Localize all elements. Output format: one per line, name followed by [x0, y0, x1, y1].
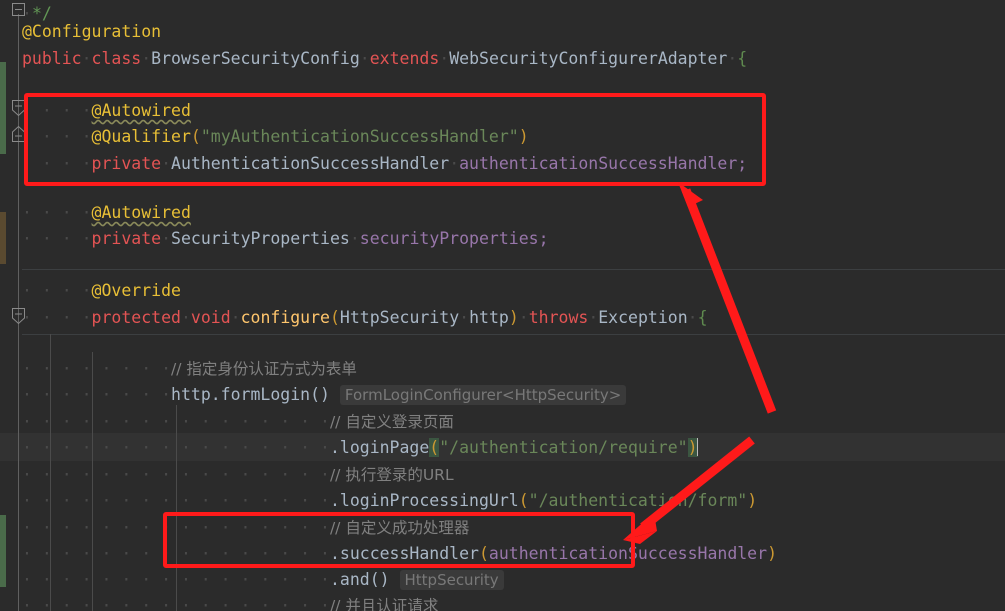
token-method-configure: configure — [240, 308, 330, 327]
token-comment-form-login: // 指定身份认证方式为表单 — [171, 360, 357, 378]
code-line-15[interactable]: · · · · · · · ·// 指定身份认证方式为表单 — [0, 355, 357, 383]
token-annotation-qualifier: @Qualifier — [91, 127, 191, 146]
code-content[interactable]: ·*/ @Configuration public·class·BrowserS… — [0, 0, 1005, 611]
inlay-hint-http-security[interactable]: HttpSecurity — [399, 570, 504, 590]
token-kw-public: public — [22, 49, 82, 68]
code-line-7[interactable]: · · · ·private·AuthenticationSuccessHand… — [0, 150, 747, 178]
code-line-20[interactable]: · · · · · · · · · · · · · · · ·.loginPro… — [0, 487, 757, 515]
code-line-3[interactable]: public·class·BrowserSecurityConfig·exten… — [0, 45, 747, 73]
token-annotation-autowired: @Autowired — [91, 101, 191, 120]
token-kw-extends: extends — [369, 49, 440, 68]
code-line-12[interactable]: · · · ·@Override — [0, 277, 181, 305]
token-call-and[interactable]: .and() — [330, 570, 390, 589]
token-call-http-form-login[interactable]: http.formLogin() — [171, 385, 330, 404]
token-type-success-handler: AuthenticationSuccessHandler — [171, 154, 450, 173]
code-line-19[interactable]: · · · · · · · · · · · · · · · ·// 执行登录的U… — [0, 461, 454, 489]
token-kw-protected: protected — [91, 308, 181, 327]
code-line-13[interactable]: · · · ·protected·void·configure(HttpSecu… — [0, 304, 708, 332]
token-superclass: WebSecurityConfigurerAdapter — [449, 49, 728, 68]
code-line-16[interactable]: · · · · · · · ·http.formLogin() FormLogi… — [0, 381, 627, 409]
token-exception-type: Exception — [598, 308, 688, 327]
token-call-success-handler[interactable]: .successHandler — [330, 544, 479, 563]
code-line-2[interactable]: @Configuration — [0, 18, 161, 46]
token-url-authentication-require: "/authentication/require" — [439, 438, 688, 457]
code-line-10[interactable]: · · · ·private·SecurityProperties·securi… — [0, 225, 549, 253]
code-line-23[interactable]: · · · · · · · · · · · · · · · ·.and() Ht… — [0, 566, 504, 594]
token-param-type-http-security: HttpSecurity — [339, 308, 460, 327]
inlay-hint-form-login-configurer[interactable]: FormLoginConfigurer<HttpSecurity> — [339, 385, 627, 405]
code-line-6[interactable]: · · · ·@Qualifier("myAuthenticationSucce… — [0, 123, 529, 151]
token-comment-authenticate-request: // 并且认证请求 — [329, 597, 439, 611]
code-line-5[interactable]: · · · ·@Autowired — [0, 97, 191, 125]
code-line-24[interactable]: · · · · · · · · · · · · · · · ·// 并且认证请求 — [0, 592, 438, 611]
token-kw-private-2: private — [91, 229, 162, 248]
token-brace-open: { — [737, 49, 748, 68]
code-line-21[interactable]: · · · · · · · · · · · · · · · ·// 自定义成功处… — [0, 514, 469, 542]
token-field-security-properties: securityProperties — [359, 229, 539, 248]
token-type-security-properties: SecurityProperties — [171, 229, 350, 248]
token-field-success-handler: authenticationSuccessHandler — [459, 154, 738, 173]
token-annotation-configuration: @Configuration — [22, 22, 162, 41]
token-comment-login-url: // 执行登录的URL — [329, 466, 454, 484]
code-line-17[interactable]: · · · · · · · · · · · · · · · ·// 自定义登录页… — [0, 408, 454, 436]
token-comment-custom-login-page: // 自定义登录页面 — [329, 413, 454, 431]
token-call-login-page[interactable]: .loginPage — [330, 438, 429, 457]
code-line-18[interactable]: · · · · · · · · · · · · · · · ·.loginPag… — [0, 434, 698, 462]
token-url-authentication-form: "/authentication/form" — [528, 491, 748, 510]
token-annotation-autowired-2: @Autowired — [91, 203, 191, 222]
token-kw-throws: throws — [528, 308, 589, 327]
token-class-name: BrowserSecurityConfig — [151, 49, 360, 68]
token-call-login-processing-url[interactable]: .loginProcessingUrl — [330, 491, 519, 510]
token-comment-custom-success-handler: // 自定义成功处理器 — [329, 519, 470, 537]
code-editor[interactable]: ·*/ @Configuration public·class·BrowserS… — [0, 0, 1005, 611]
token-param-http: http — [469, 308, 509, 327]
token-qualifier-value: "myAuthenticationSuccessHandler" — [200, 127, 519, 146]
text-caret — [696, 438, 698, 456]
token-brace-open-method: { — [697, 308, 708, 327]
code-line-9[interactable]: · · · ·@Autowired — [0, 199, 191, 227]
token-kw-private: private — [91, 154, 162, 173]
token-kw-class: class — [91, 49, 142, 68]
token-annotation-override: @Override — [91, 281, 181, 300]
code-line-22[interactable]: · · · · · · · · · · · · · · · ·.successH… — [0, 540, 777, 568]
token-arg-success-handler: authenticationSuccessHandler — [488, 544, 768, 563]
token-kw-void: void — [190, 308, 231, 327]
